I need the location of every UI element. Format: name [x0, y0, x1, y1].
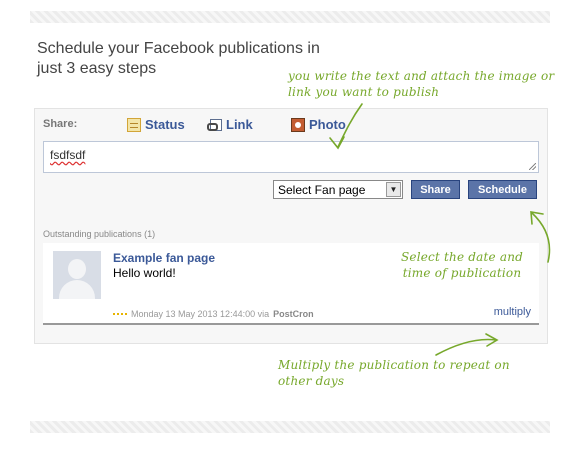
- step3-annotation: Multiply the publication to repeat on ot…: [278, 358, 510, 388]
- share-button[interactable]: Share: [411, 180, 460, 199]
- multiply-link[interactable]: multiply: [494, 306, 531, 318]
- fan-page-select[interactable]: Select Fan page ▼: [273, 180, 403, 199]
- tab-photo-label: Photo: [309, 117, 346, 132]
- publisher-panel: Share: Status Link Photo fsdfsdf Select …: [34, 108, 548, 344]
- share-label: Share:: [43, 118, 78, 130]
- tab-photo[interactable]: Photo: [291, 117, 346, 132]
- link-icon: [207, 118, 222, 131]
- fan-page-select-value: Select Fan page: [278, 182, 366, 197]
- dropdown-arrow-icon[interactable]: ▼: [386, 182, 401, 197]
- publication-via: PostCron: [273, 309, 314, 319]
- outstanding-label: Outstanding publications (1): [43, 229, 156, 239]
- decorative-stripe-top: [30, 11, 550, 23]
- avatar-head: [68, 259, 86, 279]
- schedule-icon: [113, 312, 127, 316]
- tab-status[interactable]: Status: [127, 117, 185, 132]
- avatar-body: [59, 280, 95, 299]
- tab-status-label: Status: [145, 117, 185, 132]
- step2-annotation: Select the date and time of publication: [400, 250, 524, 280]
- publication-text: Hello world!: [113, 266, 176, 280]
- tab-link[interactable]: Link: [207, 117, 253, 132]
- resize-grip-icon[interactable]: [529, 163, 536, 170]
- tab-link-label: Link: [226, 117, 253, 132]
- share-row: Share: Status Link Photo: [43, 117, 533, 135]
- step1-annotation: you write the text and attach the image …: [288, 69, 555, 99]
- schedule-button[interactable]: Schedule: [468, 180, 537, 199]
- publication-meta: Monday 13 May 2013 12:44:00 via PostCron: [113, 309, 314, 319]
- publication-date: Monday 13 May 2013 12:44:00 via: [131, 309, 270, 319]
- status-text: fsdfsdf: [50, 148, 86, 162]
- publication-page-name[interactable]: Example fan page: [113, 251, 215, 265]
- status-icon: [127, 117, 141, 132]
- avatar: [53, 251, 101, 299]
- photo-icon: [291, 117, 305, 132]
- decorative-stripe-bottom: [30, 421, 550, 433]
- status-textarea[interactable]: fsdfsdf: [43, 141, 539, 173]
